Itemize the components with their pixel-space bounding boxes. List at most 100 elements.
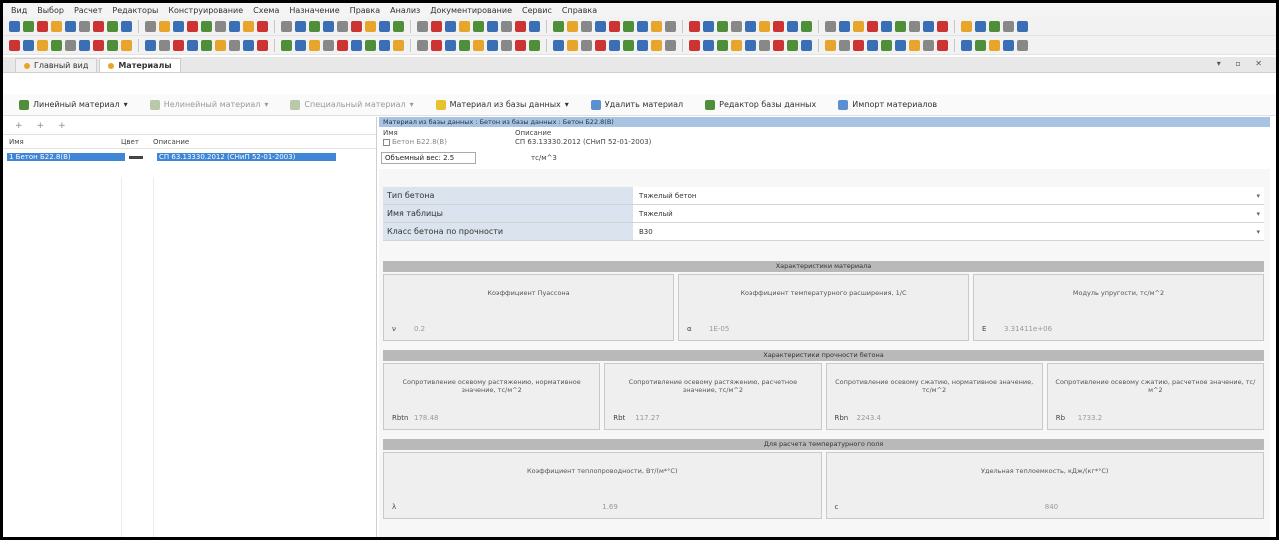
toolbar-button-icon[interactable] — [201, 39, 212, 51]
toolbar-button-icon[interactable] — [801, 39, 812, 51]
toolbar-button-icon[interactable] — [961, 20, 972, 32]
toolbar-button-icon[interactable] — [323, 20, 334, 32]
toolbar-button-icon[interactable] — [609, 20, 620, 32]
toolbar-button-icon[interactable] — [881, 39, 892, 51]
toolbar-button-icon[interactable] — [853, 20, 864, 32]
toolbar-button-icon[interactable] — [173, 39, 184, 51]
toolbar-button-icon[interactable] — [337, 20, 348, 32]
toolbar-button-icon[interactable] — [37, 20, 48, 32]
toolbar-button-icon[interactable] — [351, 39, 362, 51]
toolbar-button-icon[interactable] — [37, 39, 48, 51]
card-value[interactable]: 3.31411е+06 — [1004, 325, 1052, 333]
toolbar-button-icon[interactable] — [281, 39, 292, 51]
toolbar-button-icon[interactable] — [257, 39, 268, 51]
toolbar-button-icon[interactable] — [773, 39, 784, 51]
toolbar-button-icon[interactable] — [595, 39, 606, 51]
toolbar-button-icon[interactable] — [23, 39, 34, 51]
toolbar-button-icon[interactable] — [881, 20, 892, 32]
toolbar-button-icon[interactable] — [961, 39, 972, 51]
property-row-strength-class[interactable]: Класс бетона по прочности B30 ▾ — [383, 223, 1264, 241]
toolbar-button-icon[interactable] — [309, 39, 320, 51]
toolbar-button-icon[interactable] — [853, 39, 864, 51]
card-value[interactable]: 178.48 — [414, 414, 439, 422]
toolbar-button-icon[interactable] — [51, 20, 62, 32]
toolbar-button-icon[interactable] — [65, 20, 76, 32]
tab-main-view[interactable]: Главный вид — [15, 58, 98, 72]
toolbar-button-icon[interactable] — [665, 20, 676, 32]
toolbar-button-icon[interactable] — [909, 39, 920, 51]
material-from-db-button[interactable]: Материал из базы данных ▾ — [435, 99, 569, 110]
toolbar-button-icon[interactable] — [703, 20, 714, 32]
toolbar-button-icon[interactable] — [689, 39, 700, 51]
toolbar-button-icon[interactable] — [595, 20, 606, 32]
toolbar-button-icon[interactable] — [773, 20, 784, 32]
toolbar-button-icon[interactable] — [839, 39, 850, 51]
card-value[interactable]: 2243.4 — [857, 414, 882, 422]
column-description[interactable]: Описание — [153, 138, 376, 146]
toolbar-button-icon[interactable] — [379, 39, 390, 51]
menu-analysis[interactable]: Анализ — [390, 6, 420, 15]
toolbar-button-icon[interactable] — [173, 20, 184, 32]
menu-service[interactable]: Сервис — [522, 6, 552, 15]
menu-edit[interactable]: Правка — [350, 6, 380, 15]
toolbar-button-icon[interactable] — [309, 20, 320, 32]
toolbar-button-icon[interactable] — [257, 20, 268, 32]
toolbar-button-icon[interactable] — [1003, 20, 1014, 32]
card-value[interactable]: 1733.2 — [1078, 414, 1103, 422]
toolbar-button-icon[interactable] — [609, 39, 620, 51]
toolbar-button-icon[interactable] — [51, 39, 62, 51]
toolbar-button-icon[interactable] — [637, 39, 648, 51]
dropdown-arrow-icon[interactable]: ▾ — [1256, 187, 1260, 205]
toolbar-button-icon[interactable] — [501, 20, 512, 32]
toolbar-button-icon[interactable] — [703, 39, 714, 51]
menu-docs[interactable]: Документирование — [430, 6, 512, 15]
toolbar-button-icon[interactable] — [107, 20, 118, 32]
card-value[interactable]: 1Е-05 — [709, 325, 729, 333]
toolbar-button-icon[interactable] — [665, 39, 676, 51]
linear-material-button[interactable]: Линейный материал ▾ — [19, 99, 128, 110]
toolbar-button-icon[interactable] — [801, 20, 812, 32]
toolbar-button-icon[interactable] — [787, 20, 798, 32]
expand-all-icon[interactable]: + — [15, 121, 23, 131]
toolbar-button-icon[interactable] — [825, 39, 836, 51]
toolbar-button-icon[interactable] — [731, 39, 742, 51]
toolbar-button-icon[interactable] — [515, 39, 526, 51]
toolbar-button-icon[interactable] — [975, 20, 986, 32]
toolbar-button-icon[interactable] — [909, 20, 920, 32]
toolbar-button-icon[interactable] — [431, 20, 442, 32]
nonlinear-material-button[interactable]: Нелинейный материал ▾ — [149, 99, 268, 110]
toolbar-button-icon[interactable] — [989, 20, 1000, 32]
toolbar-button-icon[interactable] — [581, 20, 592, 32]
toolbar-button-icon[interactable] — [417, 20, 428, 32]
name-checkbox[interactable] — [383, 138, 390, 146]
toolbar-button-icon[interactable] — [379, 20, 390, 32]
sort-icon[interactable]: + — [58, 121, 66, 131]
toolbar-button-icon[interactable] — [923, 20, 934, 32]
toolbar-button-icon[interactable] — [745, 20, 756, 32]
dropdown-arrow-icon[interactable]: ▾ — [1256, 223, 1260, 241]
toolbar-button-icon[interactable] — [393, 39, 404, 51]
toolbar-button-icon[interactable] — [187, 39, 198, 51]
toolbar-button-icon[interactable] — [501, 39, 512, 51]
toolbar-button-icon[interactable] — [79, 39, 90, 51]
menu-editors[interactable]: Редакторы — [112, 6, 158, 15]
card-value[interactable]: 117.27 — [635, 414, 660, 422]
toolbar-button-icon[interactable] — [215, 39, 226, 51]
toolbar-button-icon[interactable] — [65, 39, 76, 51]
toolbar-button-icon[interactable] — [1003, 39, 1014, 51]
toolbar-button-icon[interactable] — [529, 39, 540, 51]
dropdown-arrow-icon[interactable]: ▾ — [1256, 205, 1260, 223]
menu-design[interactable]: Конструирование — [168, 6, 243, 15]
toolbar-button-icon[interactable] — [9, 39, 20, 51]
toolbar-button-icon[interactable] — [459, 39, 470, 51]
menu-assign[interactable]: Назначение — [289, 6, 339, 15]
tab-materials[interactable]: Материалы — [99, 58, 181, 72]
special-material-button[interactable]: Специальный материал ▾ — [290, 99, 414, 110]
toolbar-button-icon[interactable] — [93, 20, 104, 32]
toolbar-button-icon[interactable] — [487, 39, 498, 51]
property-row-concrete-type[interactable]: Тип бетона Тяжелый бетон ▾ — [383, 187, 1264, 205]
toolbar-button-icon[interactable] — [515, 20, 526, 32]
toolbar-button-icon[interactable] — [553, 20, 564, 32]
toolbar-button-icon[interactable] — [121, 39, 132, 51]
toolbar-button-icon[interactable] — [145, 20, 156, 32]
